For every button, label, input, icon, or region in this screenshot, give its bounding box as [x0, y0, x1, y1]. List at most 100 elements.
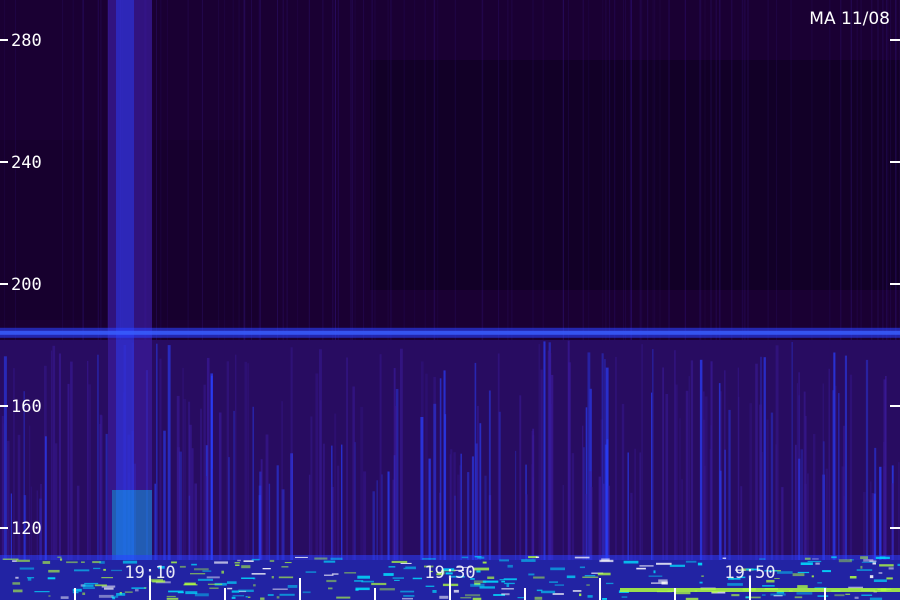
heatmap-streak — [684, 0, 686, 340]
heatmap-cell — [521, 559, 536, 562]
heatmap-streak — [775, 345, 779, 560]
heatmap-streak — [803, 391, 806, 560]
heatmap-streak — [243, 0, 245, 340]
heatmap-cell — [82, 587, 95, 589]
heatmap-streak — [833, 352, 836, 560]
heatmap-cell — [412, 577, 422, 580]
heatmap-cell — [326, 579, 337, 583]
heatmap-streak — [877, 0, 879, 340]
heatmap-streak — [538, 344, 541, 560]
heatmap-cell — [48, 569, 60, 573]
heatmap-cell — [47, 577, 56, 580]
heatmap-cell — [232, 595, 245, 597]
heatmap-streak — [2, 423, 4, 560]
heatmap-streak — [4, 0, 5, 340]
heatmap-streak — [690, 360, 694, 560]
heatmap-streak — [232, 0, 234, 340]
heatmap-cell — [336, 596, 351, 599]
heatmap-streak — [709, 449, 711, 560]
heatmap-streak — [332, 0, 334, 340]
heatmap-cell — [111, 569, 122, 572]
heatmap-cell — [324, 574, 334, 576]
heatmap-cell — [235, 564, 240, 566]
heatmap-cell — [879, 564, 894, 567]
heatmap-cell — [394, 579, 400, 581]
heatmap-streak — [883, 379, 887, 560]
spectrogram-heatmap — [0, 0, 900, 600]
heatmap-bottom-line — [620, 588, 900, 592]
heatmap-cell — [27, 577, 32, 581]
heatmap-streak — [390, 0, 392, 340]
heatmap-streak — [3, 356, 7, 560]
heatmap-cell — [762, 585, 775, 587]
heatmap-streak — [715, 0, 717, 340]
heatmap-cell — [482, 561, 487, 564]
heatmap-cell — [432, 590, 437, 593]
heatmap-cell — [476, 570, 481, 573]
heatmap-cell — [361, 580, 374, 583]
heatmap-streak — [201, 0, 203, 340]
heatmap-cell — [34, 591, 50, 593]
heatmap-streak — [675, 384, 678, 560]
heatmap-cell — [822, 570, 831, 573]
heatmap-streak — [360, 406, 364, 560]
heatmap-cell — [759, 558, 766, 560]
heatmap-streak — [247, 363, 250, 560]
heatmap-cell — [875, 556, 890, 559]
heatmap-cell — [648, 575, 663, 577]
heatmap-cell — [661, 581, 668, 585]
heatmap-cell — [579, 566, 585, 569]
heatmap-streak — [605, 0, 607, 340]
heatmap-cell — [403, 595, 415, 597]
heatmap-cell — [206, 576, 220, 579]
heatmap-dark-region — [370, 60, 900, 290]
heatmap-cell — [131, 587, 146, 589]
heatmap-cell — [461, 556, 469, 559]
heatmap-cell — [197, 578, 213, 581]
heatmap-streak — [704, 465, 706, 560]
heatmap-cell — [574, 556, 590, 559]
heatmap-streak — [609, 0, 611, 340]
heatmap-streak — [744, 0, 746, 340]
heatmap-cell — [817, 582, 822, 584]
heatmap-cell — [869, 575, 874, 579]
heatmap-cell — [501, 588, 514, 590]
heatmap-cell — [804, 557, 811, 560]
heatmap-streak — [281, 401, 283, 560]
heatmap-cell — [234, 562, 240, 564]
heatmap-streak — [218, 0, 220, 340]
heatmap-streak — [871, 493, 874, 560]
heatmap-streak — [484, 475, 487, 560]
heatmap-cell — [812, 558, 819, 560]
heatmap-cell — [15, 576, 19, 579]
heatmap-streak — [755, 363, 758, 560]
heatmap-streak — [105, 433, 108, 560]
heatmap-streak — [474, 362, 477, 560]
heatmap-streak — [183, 399, 187, 560]
heatmap-cell — [388, 566, 396, 568]
heatmap-streak — [588, 0, 590, 340]
x-tick-label: 19:10 — [124, 563, 175, 583]
heatmap-streak — [439, 378, 442, 560]
heatmap-cell — [582, 576, 599, 578]
heatmap-cell — [888, 567, 894, 570]
heatmap-streak — [350, 0, 352, 340]
heatmap-streak — [551, 403, 553, 560]
heatmap-streak — [659, 0, 661, 340]
heatmap-streak — [97, 0, 99, 340]
heatmap-cell — [499, 559, 509, 562]
heatmap-streak — [166, 0, 168, 340]
heatmap-cell — [731, 594, 740, 597]
heatmap-streak — [790, 0, 792, 340]
heatmap-streak — [571, 453, 575, 560]
heatmap-streak — [719, 470, 722, 560]
heatmap-streak — [282, 0, 284, 340]
heatmap-cell — [271, 576, 274, 579]
heatmap-cell — [815, 562, 820, 565]
heatmap-streak — [759, 404, 762, 560]
heatmap-streak — [849, 374, 853, 560]
heatmap-streak — [879, 466, 882, 560]
heatmap-cell — [794, 596, 803, 599]
heatmap-streak — [886, 0, 888, 340]
heatmap-streak — [681, 479, 683, 560]
